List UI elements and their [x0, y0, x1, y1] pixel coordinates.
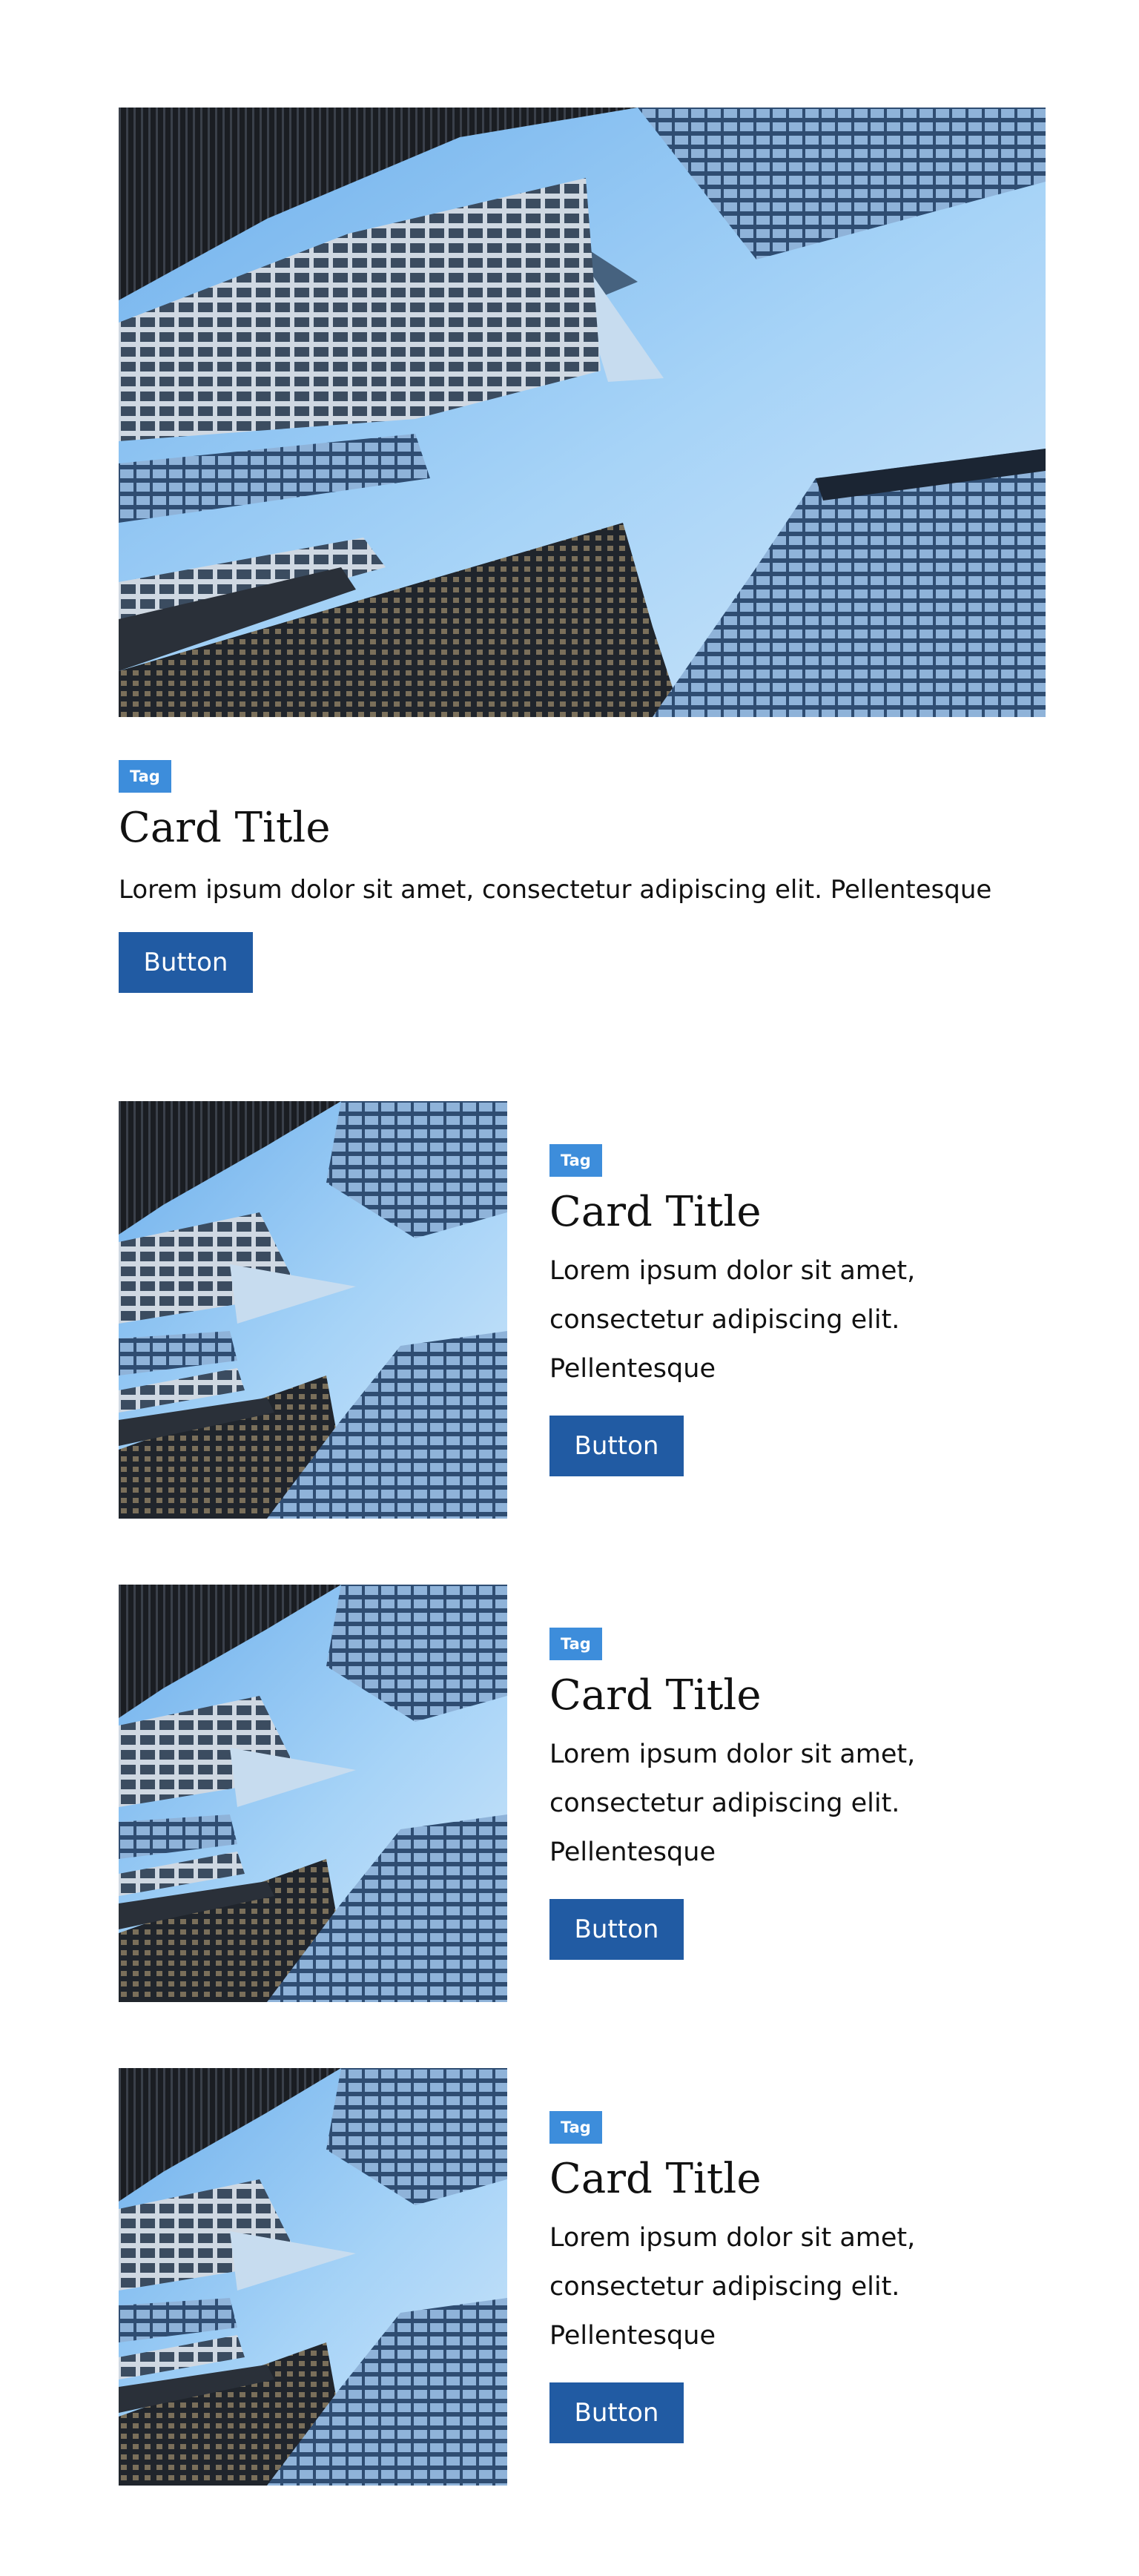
card-image	[119, 2068, 507, 2486]
card-image	[119, 1101, 507, 1519]
skyscrapers-image	[119, 2068, 507, 2486]
card-image	[119, 1585, 507, 2002]
card-title: Card Title	[549, 1187, 762, 1236]
card-tag[interactable]: Tag	[119, 760, 171, 793]
card-body: Tag Card Title Lorem ipsum dolor sit ame…	[549, 1101, 1061, 1519]
card-button[interactable]: Button	[549, 1415, 684, 1476]
card-text: Lorem ipsum dolor sit amet, consectetur …	[119, 875, 992, 905]
card-button[interactable]: Button	[119, 932, 253, 993]
card-tag[interactable]: Tag	[549, 1143, 602, 1177]
card-body: Tag Card Title Lorem ipsum dolor sit ame…	[119, 717, 1046, 993]
skyscrapers-image	[119, 1585, 507, 2002]
card-title: Card Title	[549, 2154, 762, 2203]
card-text: Lorem ipsum dolor sit amet, consectetur …	[549, 1739, 916, 1867]
featured-card: Tag Card Title Lorem ipsum dolor sit ame…	[119, 108, 1046, 993]
card-image	[119, 108, 1046, 717]
card-body: Tag Card Title Lorem ipsum dolor sit ame…	[549, 1585, 1061, 2002]
card-tag[interactable]: Tag	[549, 2110, 602, 2144]
horizontal-card: Tag Card Title Lorem ipsum dolor sit ame…	[119, 1585, 1060, 2002]
card-title: Card Title	[119, 804, 331, 852]
skyscrapers-image	[119, 1101, 507, 1519]
skyscrapers-image	[119, 108, 1046, 717]
card-title: Card Title	[549, 1671, 762, 1720]
card-body: Tag Card Title Lorem ipsum dolor sit ame…	[549, 2068, 1061, 2486]
card-tag[interactable]: Tag	[549, 1627, 602, 1660]
card-button[interactable]: Button	[549, 1898, 684, 1960]
card-text: Lorem ipsum dolor sit amet, consectetur …	[549, 2222, 916, 2351]
horizontal-card: Tag Card Title Lorem ipsum dolor sit ame…	[119, 2068, 1060, 2486]
card-text: Lorem ipsum dolor sit amet, consectetur …	[549, 1255, 916, 1384]
card-button[interactable]: Button	[549, 2382, 684, 2443]
horizontal-card: Tag Card Title Lorem ipsum dolor sit ame…	[119, 1101, 1060, 1519]
